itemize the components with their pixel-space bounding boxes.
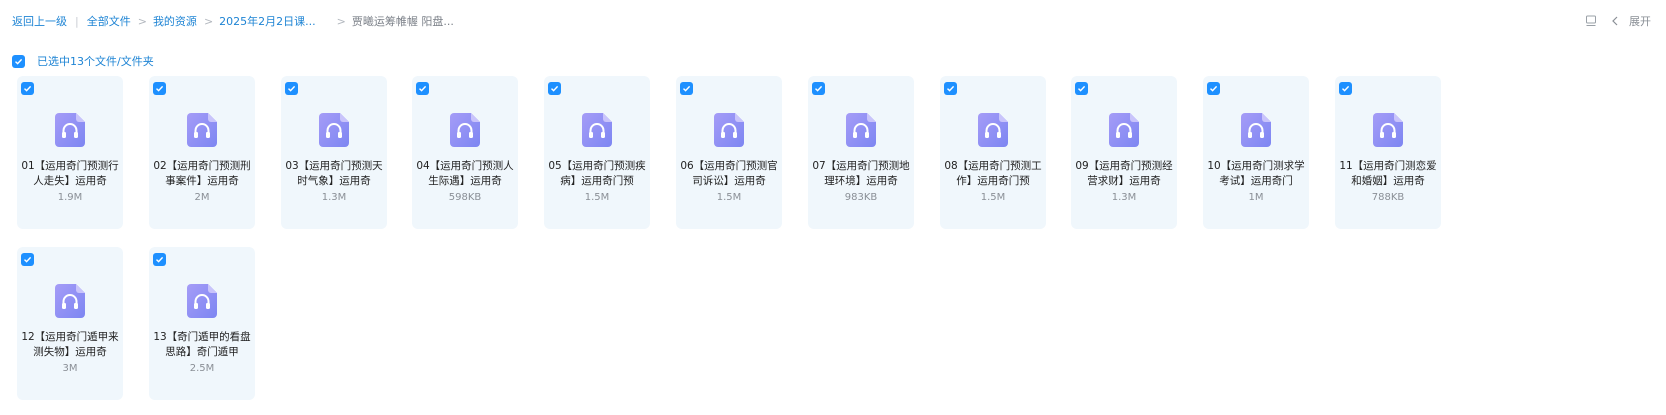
selection-count: 已选中13个文件/文件夹: [37, 55, 154, 68]
check-icon: [1342, 85, 1350, 92]
check-icon: [815, 85, 823, 92]
breadcrumb-item-my-resources[interactable]: 我的资源: [153, 13, 197, 29]
file-card[interactable]: 06【运用奇门预测官司诉讼】运用奇 1.5M: [676, 76, 782, 229]
file-checkbox[interactable]: [416, 82, 429, 95]
file-name: 09【运用奇门预测经营求财】运用奇: [1075, 160, 1173, 187]
file-card[interactable]: 11【运用奇门测恋爱和婚姻】运用奇 788KB: [1335, 76, 1441, 229]
file-size: 1.3M: [321, 192, 347, 203]
file-name: 12【运用奇门遁甲来测失物】运用奇: [21, 331, 119, 358]
audio-file-icon: [319, 113, 349, 147]
expand-button[interactable]: 展开: [1611, 13, 1651, 29]
file-size: 983KB: [844, 192, 878, 203]
audio-file-icon: [978, 113, 1008, 147]
file-card[interactable]: 04【运用奇门预测人生际遇】运用奇 598KB: [412, 76, 518, 229]
check-icon: [156, 85, 164, 92]
chevron-right-icon: >: [336, 14, 346, 28]
chevron-right-icon: >: [137, 14, 147, 28]
audio-file-icon: [187, 113, 217, 147]
check-icon: [1078, 85, 1086, 92]
file-name: 10【运用奇门测求学考试】运用奇门: [1207, 160, 1305, 187]
audio-file-icon: [187, 284, 217, 318]
file-checkbox[interactable]: [812, 82, 825, 95]
file-card[interactable]: 10【运用奇门测求学考试】运用奇门 1M: [1203, 76, 1309, 229]
file-size: 2.5M: [189, 363, 215, 374]
file-checkbox[interactable]: [153, 253, 166, 266]
file-name: 03【运用奇门预测天时气象】运用奇: [285, 160, 383, 187]
file-name: 05【运用奇门预测疾病】运用奇门预: [548, 160, 646, 187]
audio-file-icon: [1373, 113, 1403, 147]
top-bar: 返回上一级 | 全部文件 > 我的资源 > 2025年2月2日课... > 贾曦…: [0, 0, 1666, 42]
audio-file-icon: [846, 113, 876, 147]
file-size: 1.3M: [1111, 192, 1137, 203]
selection-bar: 已选中13个文件/文件夹: [12, 53, 154, 69]
breadcrumb-item-course-folder[interactable]: 2025年2月2日课...: [219, 13, 315, 29]
expand-label: 展开: [1629, 15, 1651, 28]
file-size: 3M: [62, 363, 78, 374]
view-tools: 展开: [1585, 12, 1651, 30]
file-size: 598KB: [448, 192, 482, 203]
check-icon: [24, 256, 32, 263]
file-size: 1.5M: [584, 192, 610, 203]
file-card[interactable]: 12【运用奇门遁甲来测失物】运用奇 3M: [17, 247, 123, 400]
file-checkbox[interactable]: [21, 82, 34, 95]
file-size: 1.9M: [57, 192, 83, 203]
file-card[interactable]: 09【运用奇门预测经营求财】运用奇 1.3M: [1071, 76, 1177, 229]
audio-file-icon: [450, 113, 480, 147]
file-name: 01【运用奇门预测行人走失】运用奇: [21, 160, 119, 187]
breadcrumb-divider: |: [75, 14, 79, 28]
check-icon: [551, 85, 559, 92]
file-checkbox[interactable]: [153, 82, 166, 95]
file-card[interactable]: 05【运用奇门预测疾病】运用奇门预 1.5M: [544, 76, 650, 229]
file-checkbox[interactable]: [1207, 82, 1220, 95]
chevron-right-icon: >: [203, 14, 214, 28]
file-name: 11【运用奇门测恋爱和婚姻】运用奇: [1339, 160, 1437, 187]
back-link[interactable]: 返回上一级: [12, 13, 67, 29]
file-name: 02【运用奇门预测刑事案件】运用奇: [153, 160, 251, 187]
check-icon: [947, 85, 955, 92]
file-card[interactable]: 03【运用奇门预测天时气象】运用奇 1.3M: [281, 76, 387, 229]
check-icon: [419, 85, 427, 92]
file-name: 08【运用奇门预测工作】运用奇门预: [944, 160, 1042, 187]
file-name: 04【运用奇门预测人生际遇】运用奇: [416, 160, 514, 187]
file-card[interactable]: 01【运用奇门预测行人走失】运用奇 1.9M: [17, 76, 123, 229]
check-icon: [24, 85, 32, 92]
audio-file-icon: [1109, 113, 1139, 147]
file-card[interactable]: 08【运用奇门预测工作】运用奇门预 1.5M: [940, 76, 1046, 229]
file-card[interactable]: 02【运用奇门预测刑事案件】运用奇 2M: [149, 76, 255, 229]
file-checkbox[interactable]: [1339, 82, 1352, 95]
file-name: 07【运用奇门预测地理环境】运用奇: [812, 160, 910, 187]
file-size: 1M: [1248, 192, 1264, 203]
audio-file-icon: [714, 113, 744, 147]
audio-file-icon: [582, 113, 612, 147]
audio-file-icon: [1241, 113, 1271, 147]
file-card[interactable]: 07【运用奇门预测地理环境】运用奇 983KB: [808, 76, 914, 229]
check-icon: [156, 256, 164, 263]
breadcrumb-item-all-files[interactable]: 全部文件: [87, 13, 131, 29]
file-size: 788KB: [1371, 192, 1405, 203]
file-checkbox[interactable]: [1075, 82, 1088, 95]
chevron-left-icon: [1611, 16, 1619, 26]
check-icon: [15, 58, 23, 65]
file-checkbox[interactable]: [548, 82, 561, 95]
breadcrumb-current: 贾曦运筹帷幄 阳盘...: [351, 15, 454, 28]
file-card[interactable]: 13【奇门遁甲的看盘思路】奇门遁甲 2.5M: [149, 247, 255, 400]
breadcrumb: 返回上一级 | 全部文件 > 我的资源 > 2025年2月2日课... > 贾曦…: [12, 13, 454, 29]
file-size: 2M: [194, 192, 210, 203]
audio-file-icon: [55, 113, 85, 147]
file-checkbox[interactable]: [944, 82, 957, 95]
check-icon: [683, 85, 691, 92]
select-all-checkbox[interactable]: [12, 54, 25, 68]
file-checkbox[interactable]: [680, 82, 693, 95]
check-icon: [1210, 85, 1218, 92]
file-name: 06【运用奇门预测官司诉讼】运用奇: [680, 160, 778, 187]
audio-file-icon: [55, 284, 85, 318]
file-name: 13【奇门遁甲的看盘思路】奇门遁甲: [153, 331, 251, 358]
file-size: 1.5M: [716, 192, 742, 203]
file-size: 1.5M: [980, 192, 1006, 203]
layout-icon[interactable]: [1585, 15, 1597, 27]
check-icon: [288, 85, 296, 92]
file-checkbox[interactable]: [285, 82, 298, 95]
file-checkbox[interactable]: [21, 253, 34, 266]
